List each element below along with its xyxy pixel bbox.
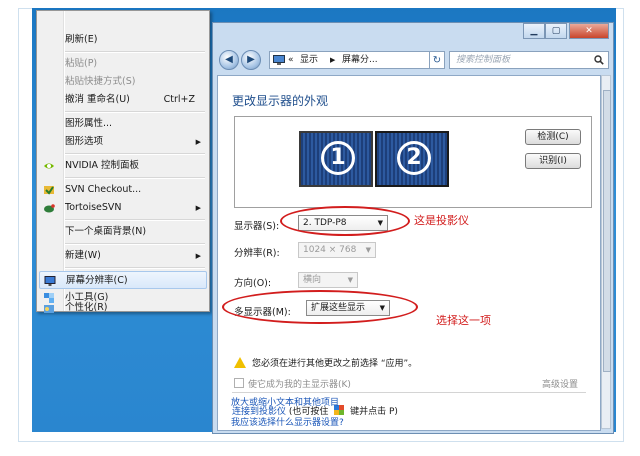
back-button[interactable]: ◀: [219, 50, 239, 70]
submenu-arrow-icon: ▶: [195, 252, 201, 260]
monitor-preview: 1 2 检测(C) 识别(I): [234, 116, 592, 208]
menu-separator: [65, 111, 205, 113]
scrollbar-thumb[interactable]: [603, 90, 611, 372]
menu-item-personalize[interactable]: 个性化(R): [39, 302, 207, 313]
which-setting-link[interactable]: 我应该选择什么显示器设置?: [231, 415, 344, 428]
breadcrumb-overflow[interactable]: «: [288, 52, 294, 68]
checkbox-label: 使它成为我的主显示器(K): [248, 380, 351, 390]
personalize-icon: [44, 305, 54, 313]
menu-item-nvidia-control-panel[interactable]: NVIDIA 控制面板: [39, 157, 207, 175]
screen-resolution-window: ▁ ▢ ✕ ◀ ▶ « 显示 ▶ 屏幕分... ▼ ↻ 搜索控制面板 更改显示器…: [212, 22, 614, 434]
menu-item-label: 个性化(R): [65, 302, 108, 313]
menu-separator: [65, 177, 205, 179]
apply-warning: 您必须在进行其他更改之前选择 “应用”。: [234, 356, 417, 369]
menu-item-shortcut: Ctrl+Z: [163, 94, 195, 105]
search-input[interactable]: 搜索控制面板: [449, 51, 609, 69]
annotation-oval-display: [280, 206, 410, 236]
display-icon: [44, 276, 56, 286]
search-icon[interactable]: [594, 55, 604, 65]
menu-item-label: TortoiseSVN: [65, 202, 122, 213]
menu-item-label: NVIDIA 控制面板: [65, 160, 140, 171]
checkbox-box: [234, 378, 244, 388]
menu-item-refresh[interactable]: 刷新(E): [39, 31, 207, 49]
control-panel-icon: [273, 55, 285, 65]
search-placeholder: 搜索控制面板: [456, 55, 511, 65]
menu-item-graphics-options[interactable]: 图形选项 ▶: [39, 133, 207, 151]
maximize-button[interactable]: ▢: [545, 23, 567, 39]
submenu-arrow-icon: ▶: [195, 204, 201, 212]
content-pane: 更改显示器的外观 1 2 检测(C) 识别(I) 显示器(S): 2. TDP-…: [217, 75, 601, 431]
menu-item-paste[interactable]: 粘贴(P): [39, 55, 207, 73]
menu-item-label: 图形选项: [65, 136, 104, 147]
advanced-settings-link[interactable]: 高级设置: [542, 377, 578, 390]
menu-item-label: 粘贴(P): [65, 58, 98, 69]
submenu-arrow-icon: ▶: [195, 138, 201, 146]
menu-item-label: 撤消 重命名(U): [65, 94, 130, 105]
divider: [232, 392, 586, 393]
annotation-select: 选择这一项: [436, 314, 491, 327]
nvidia-icon: [44, 163, 54, 169]
menu-separator: [65, 51, 205, 53]
projector-hint-b: 键并点击 P): [347, 407, 398, 417]
menu-item-label: 刷新(E): [65, 34, 98, 45]
warning-icon: [234, 357, 246, 368]
orientation-select[interactable]: 横向 ▼: [298, 272, 358, 288]
refresh-icon[interactable]: ↻: [429, 51, 445, 69]
breadcrumb-display[interactable]: 显示: [300, 52, 318, 68]
menu-separator: [65, 219, 205, 221]
resolution-select[interactable]: 1024 × 768 ▼: [298, 242, 376, 258]
menu-item-paste-shortcut[interactable]: 粘贴快捷方式(S): [39, 73, 207, 91]
resolution-label: 分辨率(R):: [234, 248, 280, 259]
identify-button[interactable]: 识别(I): [525, 153, 581, 169]
chevron-down-icon: ▼: [347, 276, 353, 284]
page-title: 更改显示器的外观: [232, 94, 329, 108]
address-bar[interactable]: « 显示 ▶ 屏幕分... ▼: [269, 51, 445, 69]
menu-item-label: 下一个桌面背景(N): [65, 226, 147, 237]
menu-item-cut-off: [39, 11, 207, 29]
menu-item-label: SVN Checkout...: [65, 184, 142, 195]
minimize-button[interactable]: ▁: [523, 23, 545, 39]
resolution-select-value: 1024 × 768: [303, 245, 357, 255]
menu-item-new[interactable]: 新建(W) ▶: [39, 247, 207, 265]
monitor-1[interactable]: 1: [299, 131, 373, 187]
monitor-2[interactable]: 2: [375, 131, 449, 187]
annotation-projector: 这是投影仪: [414, 214, 469, 227]
menu-item-tortoisesvn[interactable]: TortoiseSVN ▶: [39, 199, 207, 217]
tortoisesvn-icon: [44, 204, 55, 213]
breadcrumb-separator-icon: ▶: [330, 56, 336, 64]
menu-item-graphics-properties[interactable]: 图形属性...: [39, 115, 207, 133]
menu-separator: [65, 153, 205, 155]
gadgets-icon: [44, 293, 54, 303]
menu-item-label: 新建(W): [65, 250, 101, 261]
svn-checkout-icon: [44, 186, 54, 195]
monitor-number: 2: [397, 141, 431, 175]
chevron-down-icon: ▼: [365, 246, 371, 254]
orientation-select-value: 横向: [303, 275, 322, 285]
desktop-context-menu: 刷新(E) 粘贴(P) 粘贴快捷方式(S) 撤消 重命名(U) Ctrl+Z 图形…: [36, 10, 210, 313]
menu-item-label: 图形属性...: [65, 118, 113, 129]
warning-text: 您必须在进行其他更改之前选择 “应用”。: [252, 359, 418, 369]
menu-item-svn-checkout[interactable]: SVN Checkout...: [39, 181, 207, 199]
annotation-oval-multi-display: [222, 290, 418, 324]
menu-separator: [65, 243, 205, 245]
enlarge-text-link[interactable]: 放大或缩小文本和其他项目: [231, 395, 339, 408]
display-label: 显示器(S):: [234, 221, 280, 232]
forward-button[interactable]: ▶: [241, 50, 261, 70]
menu-item-screen-resolution[interactable]: 屏幕分辨率(C): [39, 271, 207, 289]
menu-item-label: 粘贴快捷方式(S): [65, 76, 136, 87]
breadcrumb-screen-resolution[interactable]: 屏幕分...: [342, 52, 378, 68]
vertical-scrollbar[interactable]: [601, 75, 611, 429]
menu-item-undo-rename[interactable]: 撤消 重命名(U) Ctrl+Z: [39, 91, 207, 109]
menu-separator: [65, 267, 205, 269]
make-main-display-checkbox[interactable]: 使它成为我的主显示器(K): [234, 377, 351, 390]
menu-item-next-background[interactable]: 下一个桌面背景(N): [39, 223, 207, 241]
orientation-label: 方向(O):: [234, 278, 272, 289]
close-button[interactable]: ✕: [569, 23, 609, 39]
detect-button[interactable]: 检测(C): [525, 129, 581, 145]
navigation-bar: ◀ ▶ « 显示 ▶ 屏幕分... ▼ ↻ 搜索控制面板: [213, 47, 613, 73]
menu-item-label: 屏幕分辨率(C): [66, 275, 128, 286]
monitor-number: 1: [321, 141, 355, 175]
